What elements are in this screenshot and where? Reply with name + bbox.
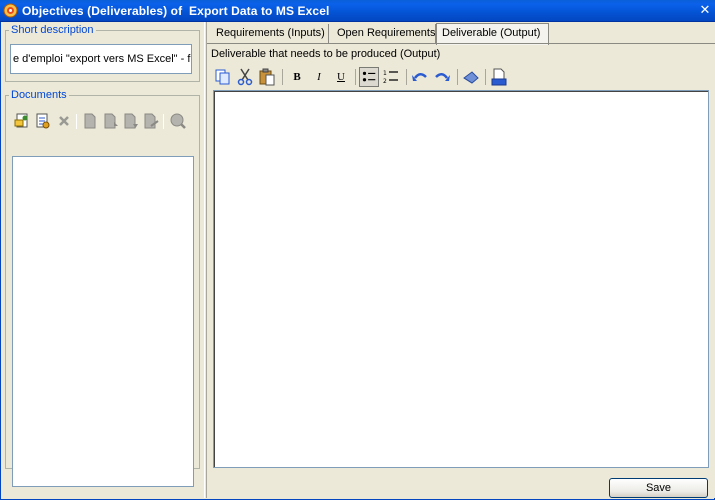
search-document-icon[interactable] [169, 112, 187, 130]
close-button[interactable]: ✕ [698, 3, 712, 17]
delete-icon[interactable] [55, 112, 73, 130]
document-upload-icon[interactable] [101, 112, 119, 130]
numbered-list-icon[interactable]: 1 2 [381, 67, 401, 87]
toolbar-separator [76, 114, 77, 129]
eraser-icon[interactable] [461, 67, 481, 87]
tab-baseline [207, 43, 715, 44]
add-document-icon[interactable] [13, 112, 31, 130]
bullet-list-icon[interactable] [359, 67, 379, 87]
toolbar-separator [457, 69, 458, 85]
copy-icon[interactable] [213, 67, 233, 87]
tab-open-requirements[interactable]: Open Requirements [332, 24, 436, 44]
svg-text:1: 1 [383, 70, 387, 77]
underline-button[interactable]: U [331, 67, 351, 87]
document-icon[interactable] [81, 112, 99, 130]
redo-icon[interactable] [432, 67, 452, 87]
editor-toolbar: B I U 1 2 [211, 66, 711, 88]
app-icon [3, 3, 18, 18]
tab-deliverable-output[interactable]: Deliverable (Output) [436, 23, 549, 45]
toolbar-separator [406, 69, 407, 85]
undo-icon[interactable] [410, 67, 430, 87]
deliverable-label: Deliverable that needs to be produced (O… [211, 48, 441, 60]
short-description-title: Short description [9, 24, 96, 36]
toolbar-separator [355, 69, 356, 85]
documents-title: Documents [9, 89, 69, 101]
document-download-icon[interactable] [121, 112, 139, 130]
paste-icon[interactable] [257, 67, 277, 87]
print-preview-icon[interactable] [489, 67, 509, 87]
toolbar-separator [485, 69, 486, 85]
short-description-input[interactable]: e d'emploi "export vers MS Excel" - fr [10, 44, 192, 74]
title-bar: Objectives (Deliverables) of Export Data… [0, 0, 715, 22]
link-document-icon[interactable] [33, 112, 51, 130]
window-title: Objectives (Deliverables) of Export Data… [22, 4, 330, 18]
documents-group: Documents [5, 89, 200, 487]
svg-text:2: 2 [383, 78, 387, 85]
italic-button[interactable]: I [309, 67, 329, 87]
right-pane: Requirements (Inputs) Open Requirements … [207, 22, 715, 498]
document-edit-icon[interactable] [141, 112, 159, 130]
bold-button[interactable]: B [287, 67, 307, 87]
deliverable-editor[interactable] [213, 90, 709, 468]
save-button[interactable]: Save [609, 478, 708, 498]
cut-icon[interactable] [235, 67, 255, 87]
tab-requirements-inputs[interactable]: Requirements (Inputs) [211, 24, 329, 44]
documents-list[interactable] [12, 156, 194, 487]
window-frame: Short description e d'emploi "export ver… [0, 22, 715, 500]
toolbar-separator [282, 69, 283, 85]
toolbar-separator [163, 114, 164, 129]
documents-toolbar [11, 112, 193, 132]
